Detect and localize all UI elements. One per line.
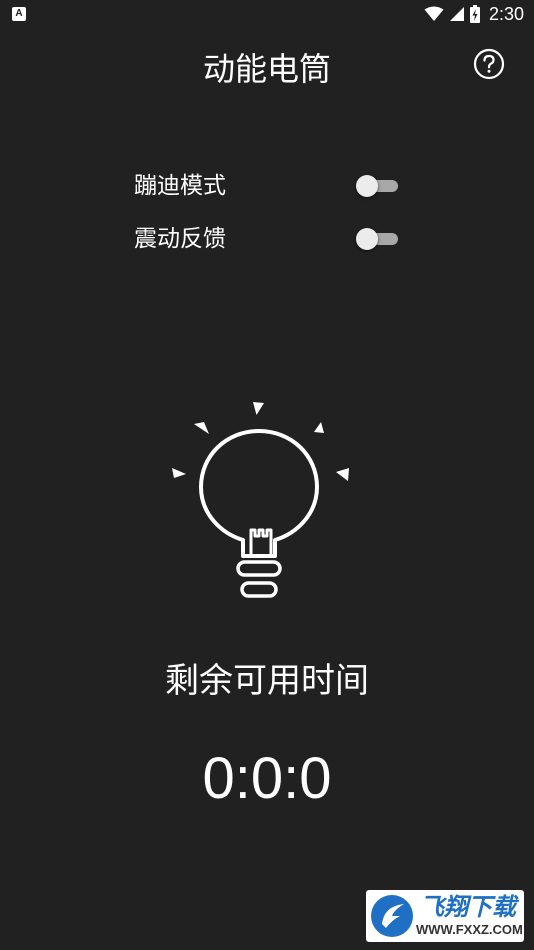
- toggle-thumb: [356, 175, 378, 197]
- setting-label: 震动反馈: [134, 226, 226, 252]
- setting-row-disco-mode: 蹦迪模式: [134, 168, 402, 204]
- watermark-logo: 飞翔下载 WWW.FXXZ.COM: [366, 890, 524, 942]
- watermark-url: WWW.FXXZ.COM: [416, 922, 523, 937]
- battery-icon: [469, 5, 480, 23]
- remaining-time-value: 0:0:0: [202, 746, 332, 811]
- watermark-brand: 飞翔下载: [420, 893, 516, 921]
- status-bar: A 2:30: [0, 0, 534, 28]
- wifi-icon: [424, 6, 444, 21]
- notification-glyph: A: [15, 8, 23, 19]
- cell-signal-icon: [449, 7, 464, 21]
- status-icons: 2:30: [424, 3, 524, 25]
- toggle-thumb: [356, 228, 378, 250]
- help-button[interactable]: [472, 47, 506, 81]
- setting-row-vibration-feedback: 震动反馈: [134, 221, 402, 257]
- help-circle-icon: [473, 48, 505, 80]
- page-title: 动能电筒: [202, 50, 331, 88]
- remaining-time-label: 剩余可用时间: [165, 661, 369, 701]
- status-time: 2:30: [488, 3, 524, 24]
- vibration-feedback-toggle[interactable]: [356, 227, 400, 251]
- disco-mode-toggle[interactable]: [356, 174, 400, 198]
- setting-label: 蹦迪模式: [134, 173, 226, 199]
- light-bulb-icon: [172, 402, 349, 598]
- a-letter-icon: A: [12, 7, 26, 21]
- fxxz-logo-icon: [371, 895, 413, 937]
- flashlight-toggle-button[interactable]: [164, 396, 364, 606]
